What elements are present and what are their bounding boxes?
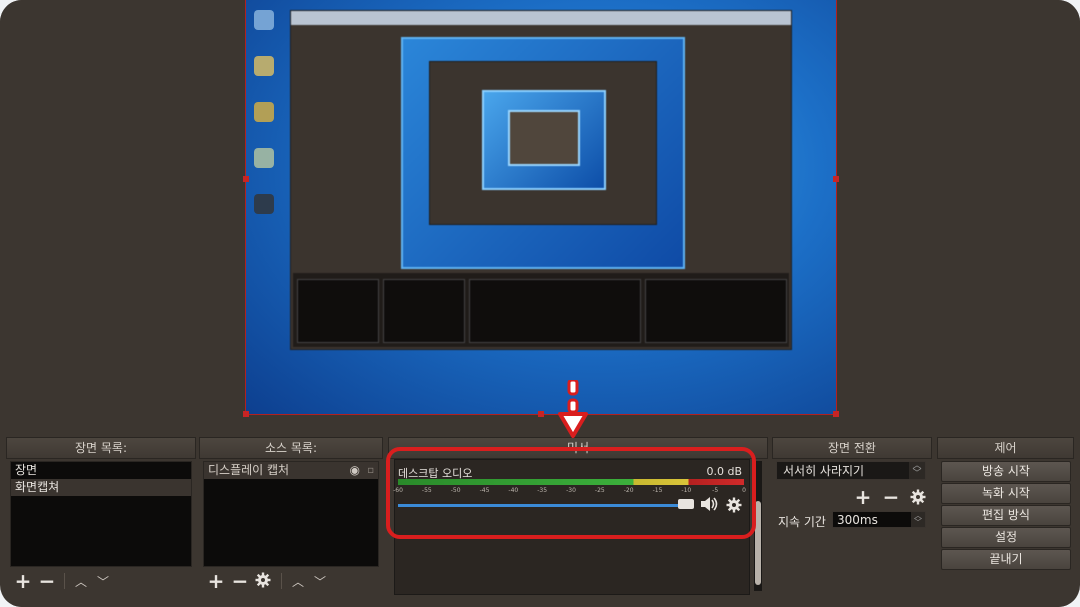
transition-select[interactable]: 서서히 사라지기 ︿ ﹀: [776, 461, 926, 480]
meter-tick-label: -35: [537, 487, 548, 494]
nested-preview-level-4: [482, 90, 606, 190]
mixer-level-readout: 0.0 dB: [706, 465, 742, 478]
desktop-icon: [254, 102, 274, 122]
chevron-down-icon[interactable]: ﹀: [95, 573, 111, 590]
nested-panel: [645, 279, 787, 343]
gear-icon[interactable]: [255, 572, 273, 590]
nested-panel: [469, 279, 641, 343]
resize-handle[interactable]: [243, 176, 249, 182]
start-streaming-button[interactable]: 방송 시작: [941, 461, 1071, 482]
scene-list[interactable]: 장면 화면캡쳐: [10, 461, 192, 567]
desktop-icons: [254, 10, 278, 240]
meter-tick-label: -55: [421, 487, 432, 494]
eye-icon[interactable]: ◉: [350, 462, 360, 479]
duration-label: 지속 기간: [778, 515, 826, 529]
plus-icon[interactable]: +: [14, 571, 32, 591]
volume-slider-track[interactable]: [398, 504, 684, 507]
source-item-label: 디스플레이 캡처: [208, 463, 290, 477]
plus-icon[interactable]: +: [854, 487, 872, 507]
source-list[interactable]: 디스플레이 캡처 ◉ ▫: [203, 461, 379, 567]
nested-preview-level-3: [429, 61, 657, 225]
meter-tick-label: -60: [393, 487, 403, 494]
minus-icon[interactable]: −: [882, 487, 900, 507]
desktop-icon: [254, 194, 274, 214]
minus-icon[interactable]: −: [231, 571, 249, 591]
transition-panel-title: 장면 전환: [772, 437, 932, 459]
mixer-scrollbar[interactable]: [754, 461, 762, 591]
volume-slider-handle[interactable]: [678, 499, 694, 509]
source-item[interactable]: 디스플레이 캡처 ◉ ▫: [204, 462, 378, 479]
desktop-icon: [254, 10, 274, 30]
nested-preview-window: [290, 10, 792, 350]
obs-window: 장면 목록: 장면 화면캡쳐 + − ︿ ﹀ 소스 목록: 디스플레이 캡처 ◉…: [0, 0, 1080, 607]
start-recording-button[interactable]: 녹화 시작: [941, 483, 1071, 504]
audio-level-meter: [398, 479, 744, 485]
settings-button[interactable]: 설정: [941, 527, 1071, 548]
chevron-down-icon[interactable]: ﹀: [312, 573, 328, 590]
sources-panel-title: 소스 목록:: [199, 437, 383, 459]
transition-selected-value: 서서히 사라지기: [783, 464, 865, 478]
controls-panel: 제어 방송 시작 녹화 시작 편집 방식 설정 끝내기: [937, 437, 1074, 597]
scene-item-selected[interactable]: 화면캡쳐: [11, 479, 191, 496]
meter-tick-label: -10: [681, 487, 692, 494]
meter-tick-label: -30: [566, 487, 576, 494]
scene-item[interactable]: 장면: [11, 462, 191, 479]
scenes-panel-title: 장면 목록:: [6, 437, 196, 459]
resize-handle[interactable]: [833, 176, 839, 182]
gear-icon[interactable]: [726, 497, 742, 513]
meter-tick-labels: -60 -55 -50 -45 -40 -35 -30 -25 -20 -15 -10 -5 0: [393, 487, 746, 497]
gear-icon[interactable]: [910, 489, 926, 505]
meter-tick-label: -40: [508, 487, 519, 494]
nested-panel: [383, 279, 465, 343]
sources-panel: 소스 목록: 디스플레이 캡처 ◉ ▫ + − ︿ ﹀: [199, 437, 383, 597]
nested-preview-level-2: [401, 37, 685, 269]
scenes-toolbar: + − ︿ ﹀: [10, 569, 192, 593]
desktop-icon: [254, 56, 274, 76]
nested-panel: [297, 279, 379, 343]
exit-button[interactable]: 끝내기: [941, 549, 1071, 570]
scenes-panel: 장면 목록: 장면 화면캡쳐 + − ︿ ﹀: [6, 437, 196, 597]
nested-window-titlebar: [291, 11, 791, 25]
preview-canvas[interactable]: [245, 0, 837, 415]
mixer-panel: 믹서 데스크탑 오디오 0.0 dB -60 -55 -50 -45 -40 -35 -30…: [388, 437, 768, 597]
duration-input[interactable]: 300ms ︿ ﹀: [832, 511, 926, 528]
arrow-down-icon: [558, 378, 588, 442]
chevron-up-icon[interactable]: ︿: [290, 573, 306, 590]
meter-tick-label: -50: [450, 487, 461, 494]
transition-panel: 장면 전환 서서히 사라지기 ︿ ﹀ + − 지속 기간 300ms ︿ ﹀: [772, 437, 932, 597]
duration-spinner-icon[interactable]: ︿ ﹀: [911, 512, 925, 527]
studio-mode-button[interactable]: 편집 방식: [941, 505, 1071, 526]
preview-area: [0, 0, 1080, 436]
status-bar: [0, 597, 1080, 607]
minus-icon[interactable]: −: [38, 571, 56, 591]
meter-tick-label: -15: [652, 487, 663, 494]
meter-tick-label: -25: [594, 487, 605, 494]
speaker-icon[interactable]: [700, 496, 718, 512]
lock-icon[interactable]: ▫: [367, 462, 374, 479]
toolbar-divider: [281, 573, 282, 589]
meter-tick-label: -5: [712, 487, 719, 494]
select-spinner-icon[interactable]: ︿ ﹀: [909, 462, 925, 479]
nested-preview-level-5: [508, 110, 580, 166]
toolbar-divider: [64, 573, 65, 589]
transition-toolbar: + −: [854, 487, 926, 507]
meter-tick-label: -20: [623, 487, 634, 494]
resize-handle[interactable]: [538, 411, 544, 417]
meter-tick-label: 0: [742, 487, 746, 494]
chevron-up-icon[interactable]: ︿: [73, 573, 89, 590]
controls-panel-title: 제어: [937, 437, 1074, 459]
plus-icon[interactable]: +: [207, 571, 225, 591]
meter-tick-label: -45: [479, 487, 490, 494]
desktop-icon: [254, 148, 274, 168]
resize-handle[interactable]: [833, 411, 839, 417]
resize-handle[interactable]: [243, 411, 249, 417]
sources-toolbar: + − ︿ ﹀: [203, 569, 379, 593]
scrollbar-thumb[interactable]: [755, 501, 761, 585]
nested-bottom-panels: [293, 273, 789, 347]
duration-value: 300ms: [837, 513, 878, 527]
